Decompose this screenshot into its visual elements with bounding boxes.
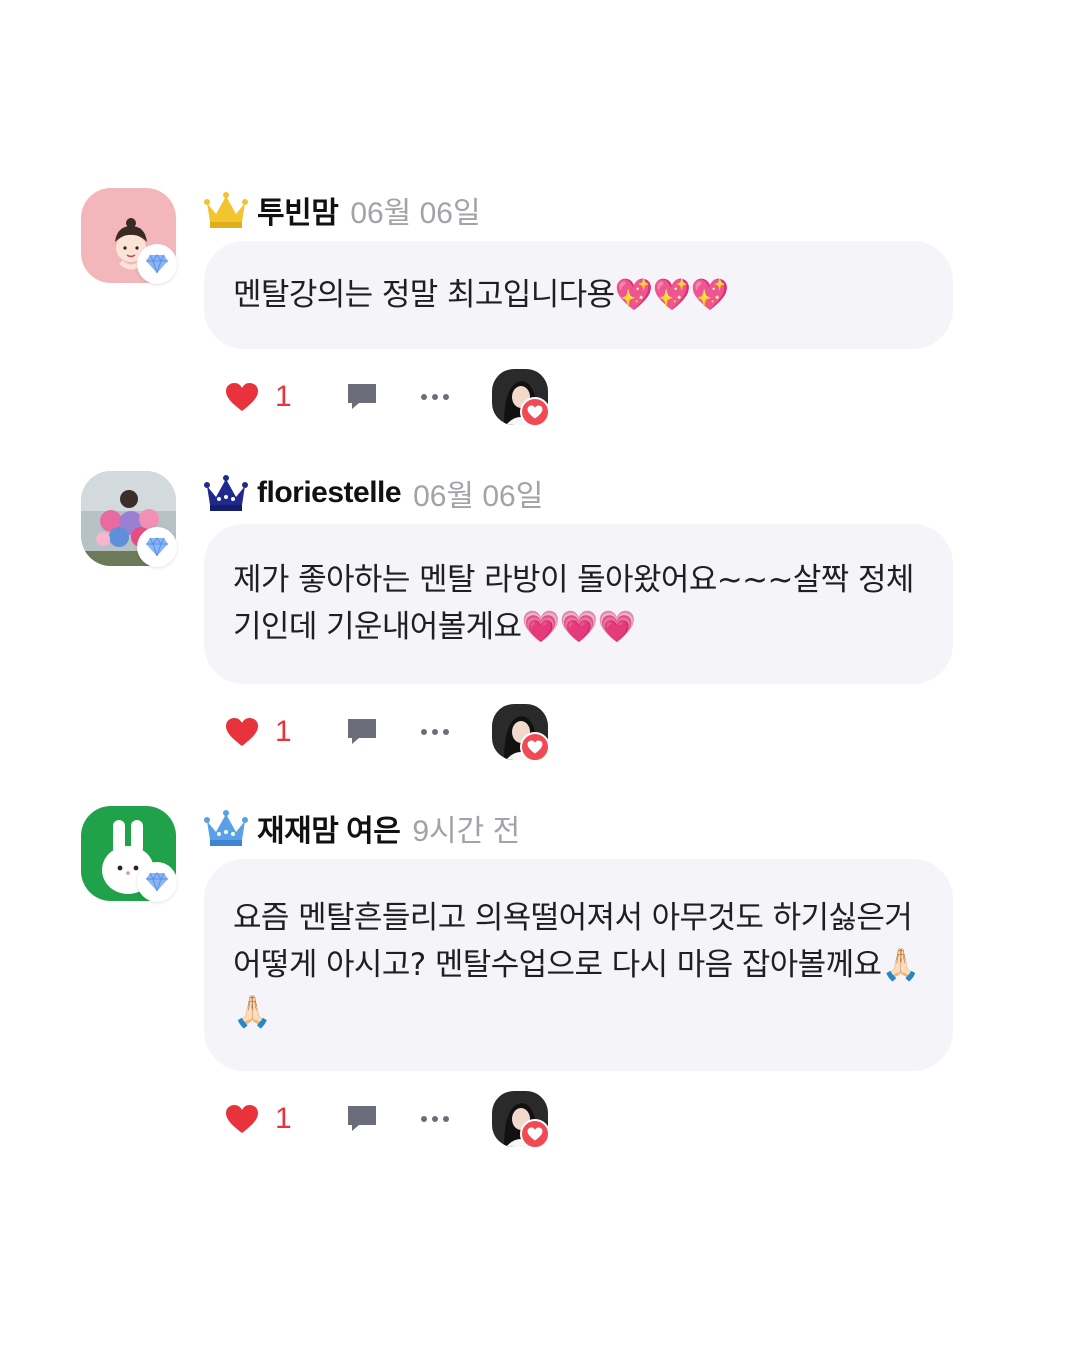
heart-icon bbox=[226, 383, 258, 411]
username[interactable]: floriestelle bbox=[257, 476, 402, 510]
comment-header: 투빈맘 06월 06일 bbox=[204, 188, 481, 232]
like-button[interactable]: 1 bbox=[225, 380, 292, 414]
comment-bubble: 요즘 멘탈흔들리고 의욕떨어져서 아무것도 하기싫은거 어떻게 아시고? 멘탈수… bbox=[204, 859, 953, 1071]
reply-button[interactable] bbox=[346, 1104, 378, 1134]
comment-actions: 1 bbox=[225, 367, 550, 427]
timestamp: 06월 06일 bbox=[413, 480, 544, 513]
crown-icon bbox=[204, 192, 248, 228]
comment-text: 제가 좋아하는 멘탈 라방이 돌아왔어요~~~살짝 정체기인데 기운내어볼게요💗… bbox=[233, 562, 914, 645]
comment-header: floriestelle 06월 06일 bbox=[204, 471, 543, 515]
heart-icon bbox=[226, 1105, 258, 1133]
more-options-button[interactable] bbox=[420, 393, 450, 401]
diamond-icon bbox=[137, 862, 177, 902]
heart-badge-icon bbox=[519, 1119, 550, 1149]
diamond-icon bbox=[137, 244, 177, 284]
more-options-button[interactable] bbox=[420, 728, 450, 736]
reply-button[interactable] bbox=[346, 717, 378, 747]
crown-icon bbox=[204, 475, 248, 511]
like-button[interactable]: 1 bbox=[225, 1102, 292, 1136]
timestamp: 9시간 전 bbox=[412, 815, 521, 848]
heart-icon bbox=[226, 718, 258, 746]
like-count: 1 bbox=[275, 715, 292, 748]
crown-icon bbox=[204, 810, 248, 846]
ellipsis-icon bbox=[420, 1116, 449, 1122]
like-count: 1 bbox=[275, 1102, 292, 1135]
comment-actions: 1 bbox=[225, 702, 550, 762]
comment-header: 재재맘 여은 9시간 전 bbox=[204, 806, 520, 850]
more-options-button[interactable] bbox=[420, 1115, 450, 1123]
avatar[interactable] bbox=[81, 188, 177, 284]
ellipsis-icon bbox=[420, 394, 449, 400]
comment-actions: 1 bbox=[225, 1089, 550, 1149]
liker-avatar[interactable] bbox=[491, 704, 550, 762]
comment-text: 요즘 멘탈흔들리고 의욕떨어져서 아무것도 하기싫은거 어떻게 아시고? 멘탈수… bbox=[233, 899, 920, 1030]
speech-bubble-icon bbox=[347, 719, 376, 744]
avatar[interactable] bbox=[81, 471, 177, 567]
diamond-icon bbox=[137, 527, 177, 567]
reply-button[interactable] bbox=[346, 382, 378, 412]
speech-bubble-icon bbox=[347, 1106, 376, 1131]
speech-bubble-icon bbox=[347, 384, 376, 409]
heart-badge-icon bbox=[519, 732, 550, 762]
username[interactable]: 재재맘 여은 bbox=[257, 806, 401, 850]
avatar[interactable] bbox=[81, 806, 177, 902]
liker-avatar[interactable] bbox=[491, 369, 550, 427]
like-count: 1 bbox=[275, 380, 292, 413]
comment-bubble: 제가 좋아하는 멘탈 라방이 돌아왔어요~~~살짝 정체기인데 기운내어볼게요💗… bbox=[204, 524, 953, 684]
comment-bubble: 멘탈강의는 정말 최고입니다용💖💖💖 bbox=[204, 241, 953, 349]
username[interactable]: 투빈맘 bbox=[257, 188, 339, 232]
like-button[interactable]: 1 bbox=[225, 715, 292, 749]
liker-avatar[interactable] bbox=[491, 1091, 550, 1149]
heart-badge-icon bbox=[519, 397, 550, 427]
ellipsis-icon bbox=[420, 729, 449, 735]
comment-text: 멘탈강의는 정말 최고입니다용💖💖💖 bbox=[233, 276, 729, 313]
timestamp: 06월 06일 bbox=[350, 197, 481, 230]
